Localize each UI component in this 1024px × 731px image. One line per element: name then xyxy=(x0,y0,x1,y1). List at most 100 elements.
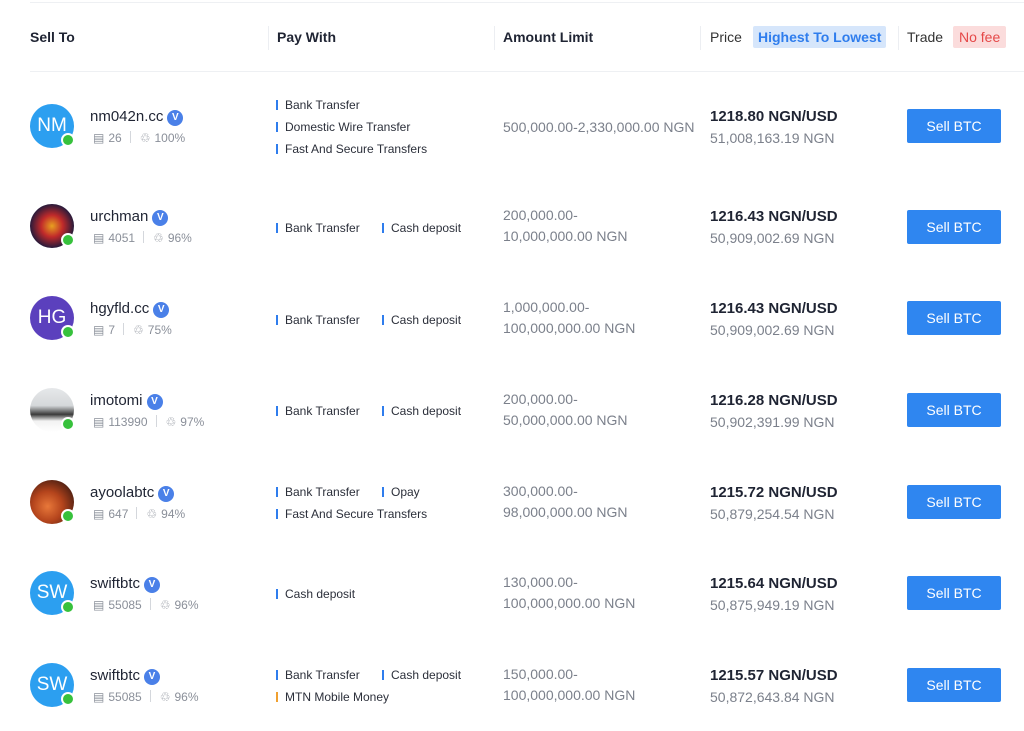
completion-rate: 96% xyxy=(174,690,199,704)
merchant-name-text[interactable]: ayoolabtc xyxy=(90,484,154,501)
online-indicator xyxy=(61,509,75,523)
completion-rate-icon: ♲ xyxy=(159,690,171,704)
avatar[interactable]: HG xyxy=(30,296,75,340)
completion-rate: 100% xyxy=(154,131,186,145)
price-value: 1215.72 NGN/USD xyxy=(710,484,838,501)
verified-icon: V xyxy=(146,394,163,410)
completion-rate-icon: ♲ xyxy=(133,323,144,337)
merchant-name-text[interactable]: nm042n.cc xyxy=(90,108,163,125)
payment-method-tag: Bank Transfer xyxy=(276,313,360,327)
avatar-initials: SW xyxy=(36,582,68,603)
completion-rate: 75% xyxy=(147,323,172,337)
payment-method-tag: Cash deposit xyxy=(382,404,461,418)
completion-rate: 97% xyxy=(180,415,205,429)
merchant-name[interactable]: swiftbtc V xyxy=(90,667,161,685)
payment-method-tag: Cash deposit xyxy=(382,668,461,682)
col-amount-limit: Amount Limit xyxy=(503,29,594,45)
col-separator xyxy=(700,26,701,50)
col-price: Price xyxy=(710,29,742,45)
merchant-name[interactable]: swiftbtc V xyxy=(90,575,161,593)
avatar[interactable] xyxy=(30,204,75,248)
stats-divider xyxy=(149,690,151,702)
sell-btc-button[interactable]: Sell BTC xyxy=(907,668,1001,702)
avatar[interactable]: SW xyxy=(30,663,75,707)
merchant-name[interactable]: nm042n.cc V xyxy=(90,108,184,126)
trade-count: 55085 xyxy=(108,690,142,704)
sell-btc-button[interactable]: Sell BTC xyxy=(907,210,1001,244)
payment-method-tag: Bank Transfer xyxy=(276,485,360,499)
merchant-name[interactable]: hgyfld.cc V xyxy=(90,300,170,318)
table-row: SW swiftbtc V ▤ 55085 ♲ 96% Bank Transfer Ca… xyxy=(0,639,1024,731)
avatar[interactable] xyxy=(30,480,75,524)
merchant-name[interactable]: urchman V xyxy=(90,208,169,226)
sell-btc-button[interactable]: Sell BTC xyxy=(907,301,1001,335)
table-row: imotomi V ▤ 113990 ♲ 97% Bank Transfer Cash … xyxy=(0,364,1024,456)
price-value: 1218.80 NGN/USD xyxy=(710,108,838,125)
available-amount: 50,909,002.69 NGN xyxy=(710,322,835,338)
online-indicator xyxy=(61,325,75,339)
merchant-stats: ▤ 26 ♲ 100% xyxy=(93,131,185,145)
available-amount: 50,879,254.54 NGN xyxy=(710,506,835,522)
available-amount: 50,909,002.69 NGN xyxy=(710,230,835,246)
merchant-name-text[interactable]: hgyfld.cc xyxy=(90,300,149,317)
merchant-name[interactable]: ayoolabtc V xyxy=(90,484,175,502)
trade-count: 647 xyxy=(108,507,129,521)
sell-btc-button[interactable]: Sell BTC xyxy=(907,109,1001,143)
online-indicator xyxy=(61,233,75,247)
payment-method-tag: Bank Transfer xyxy=(276,98,360,112)
merchant-name-text[interactable]: imotomi xyxy=(90,392,143,409)
orders-icon: ▤ xyxy=(93,131,105,145)
avatar-initials: NM xyxy=(37,115,67,136)
amount-limit: 500,000.00-2,330,000.00 NGN xyxy=(503,117,694,138)
avatar[interactable]: SW xyxy=(30,571,75,615)
verified-icon: V xyxy=(153,302,170,318)
amount-limit-line: 98,000,000.00 NGN xyxy=(503,504,628,520)
price-sort-toggle[interactable]: Highest To Lowest xyxy=(753,26,887,48)
available-amount: 51,008,163.19 NGN xyxy=(710,130,835,146)
merchant-name-text[interactable]: swiftbtc xyxy=(90,667,140,684)
payment-method-tag: Bank Transfer xyxy=(276,668,360,682)
online-indicator xyxy=(61,133,75,147)
table-row: ayoolabtc V ▤ 647 ♲ 94% Bank Transfer Opay F… xyxy=(0,456,1024,548)
payment-method-tag: Fast And Secure Transfers xyxy=(276,142,427,156)
amount-limit-line: 100,000,000.00 NGN xyxy=(503,687,636,703)
amount-limit-line: 150,000.00- xyxy=(503,666,578,682)
verified-icon: V xyxy=(144,669,161,685)
orders-icon: ▤ xyxy=(93,231,105,245)
merchant-name[interactable]: imotomi V xyxy=(90,392,163,410)
avatar[interactable]: NM xyxy=(30,104,75,148)
payment-method-tag: MTN Mobile Money xyxy=(276,690,389,704)
no-fee-badge: No fee xyxy=(953,26,1007,48)
payment-method-tag: Opay xyxy=(382,485,420,499)
table-header: Sell To Pay With Amount Limit Price High… xyxy=(0,0,1024,72)
trade-count: 113990 xyxy=(108,415,148,429)
payment-method-tag: Domestic Wire Transfer xyxy=(276,120,410,134)
payment-method-tag: Cash deposit xyxy=(382,221,461,235)
amount-limit: 200,000.00- 10,000,000.00 NGN xyxy=(503,205,628,247)
sell-btc-button[interactable]: Sell BTC xyxy=(907,393,1001,427)
merchant-name-text[interactable]: swiftbtc xyxy=(90,575,140,592)
payment-method-tag: Fast And Secure Transfers xyxy=(276,507,427,521)
amount-limit-line: 50,000,000.00 NGN xyxy=(503,412,628,428)
merchant-stats: ▤ 7 ♲ 75% xyxy=(93,323,172,337)
online-indicator xyxy=(61,417,75,431)
avatar[interactable] xyxy=(30,388,75,432)
payment-method-tag: Bank Transfer xyxy=(276,221,360,235)
merchant-name-text[interactable]: urchman xyxy=(90,208,148,225)
amount-limit: 1,000,000.00- 100,000,000.00 NGN xyxy=(503,297,635,339)
available-amount: 50,902,391.99 NGN xyxy=(710,414,835,430)
amount-limit-line: 100,000,000.00 NGN xyxy=(503,320,636,336)
amount-limit: 300,000.00- 98,000,000.00 NGN xyxy=(503,481,628,523)
amount-limit-line: 300,000.00- xyxy=(503,483,578,499)
stats-divider xyxy=(123,323,125,335)
table-row: HG hgyfld.cc V ▤ 7 ♲ 75% Bank Transfer Cash … xyxy=(0,272,1024,364)
orders-icon: ▤ xyxy=(93,507,105,521)
sell-btc-button[interactable]: Sell BTC xyxy=(907,576,1001,610)
amount-limit-line: 10,000,000.00 NGN xyxy=(503,228,628,244)
col-trade: Trade xyxy=(907,29,944,45)
completion-rate-icon: ♲ xyxy=(146,507,158,521)
price-value: 1216.43 NGN/USD xyxy=(710,208,838,225)
sell-btc-button[interactable]: Sell BTC xyxy=(907,485,1001,519)
merchant-stats: ▤ 4051 ♲ 96% xyxy=(93,231,192,245)
orders-icon: ▤ xyxy=(93,598,105,612)
